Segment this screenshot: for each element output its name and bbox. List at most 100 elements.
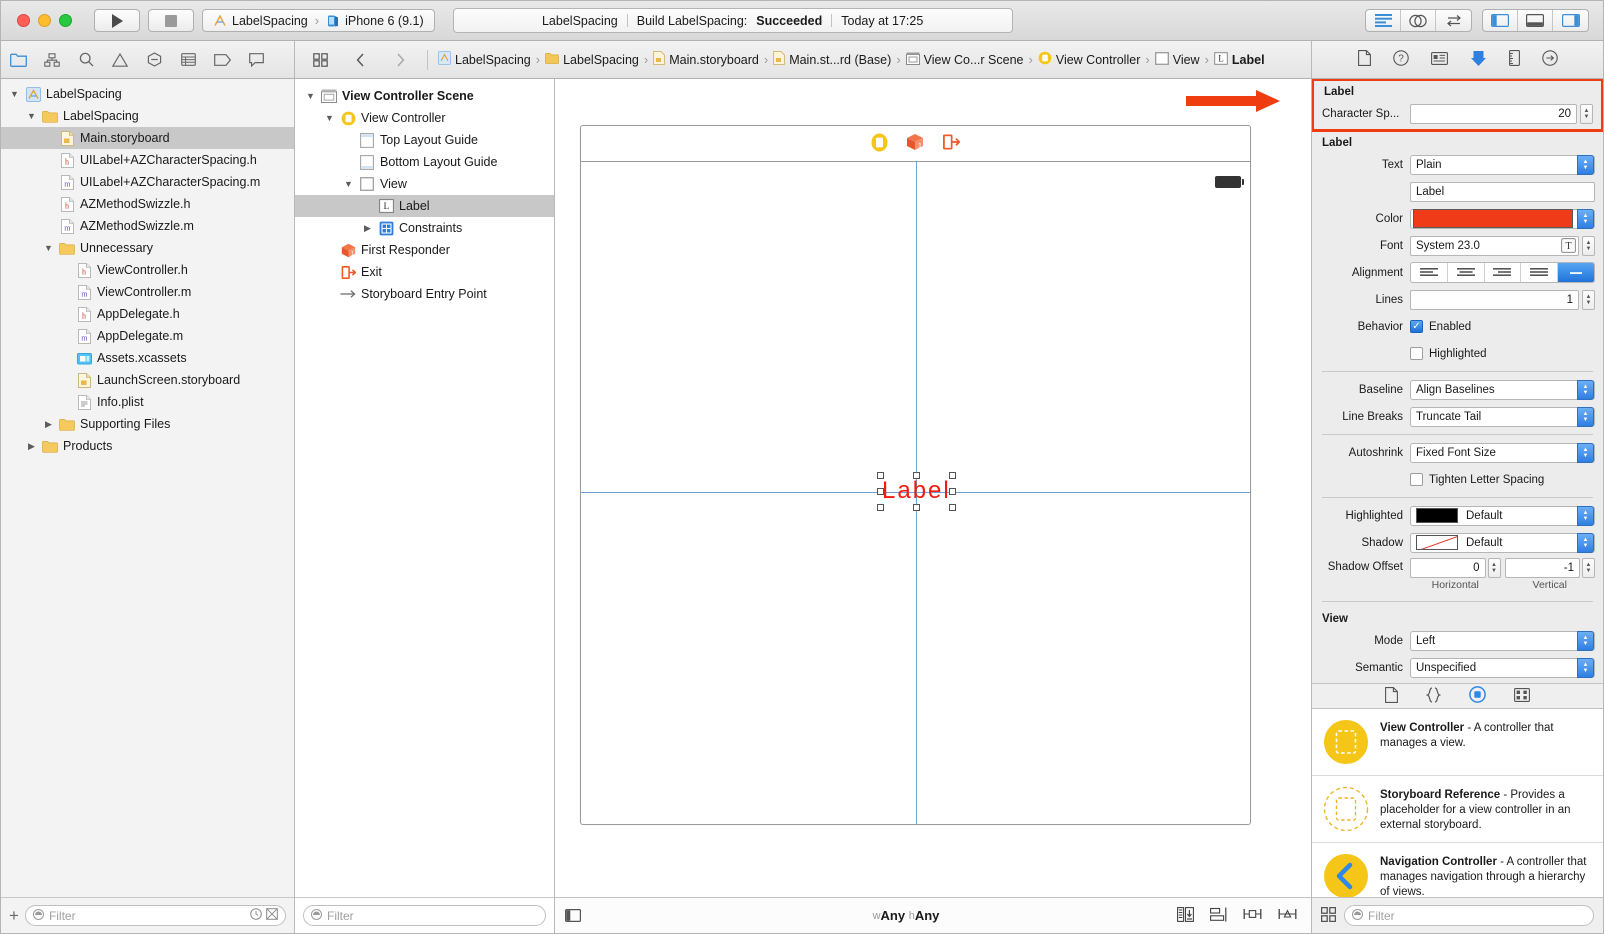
file-row-6[interactable]: m AZMethodSwizzle.m <box>1 215 294 237</box>
font-field[interactable]: System 23.0 T <box>1410 235 1579 256</box>
autoshrink-select[interactable]: Fixed Font Size ▲ ▼ <box>1410 442 1595 463</box>
minimize-window-button[interactable] <box>38 14 51 27</box>
size-class-control[interactable]: w Any h Any <box>635 908 1177 923</box>
linebreaks-select[interactable]: Truncate Tail ▲ ▼ <box>1410 406 1595 427</box>
exit-icon[interactable] <box>942 133 961 154</box>
outline-row-9[interactable]: Storyboard Entry Point <box>295 283 554 305</box>
size-inspector-icon[interactable] <box>1508 50 1520 69</box>
outline-row-6[interactable]: ▶ Constraints <box>295 217 554 239</box>
scheme-selector[interactable]: LabelSpacing › iPhone 6 (9.1) <box>202 9 435 32</box>
resolve-autolayout-icon[interactable] <box>1278 907 1297 924</box>
library-item-view-controller[interactable]: View Controller - A controller that mana… <box>1312 709 1603 776</box>
interface-builder-canvas[interactable]: 1 Label <box>555 79 1311 897</box>
run-button[interactable] <box>94 9 140 32</box>
disclosure-triangle-closed[interactable]: ▶ <box>362 223 373 234</box>
symbol-navigator-icon[interactable] <box>35 41 69 79</box>
shadow-offset-vertical-stepper[interactable]: ▲ ▼ <box>1582 558 1595 578</box>
align-natural-button[interactable] <box>1558 263 1594 282</box>
canvas-label[interactable]: Label <box>882 477 951 505</box>
label-selection[interactable]: Label <box>877 472 956 511</box>
breadcrumb-item-3[interactable]: Main.st...rd (Base) <box>773 51 891 68</box>
first-responder-icon[interactable]: 1 <box>906 133 924 154</box>
file-row-2[interactable]: Main.storyboard <box>1 127 294 149</box>
resize-handle-tr[interactable] <box>949 472 956 479</box>
font-picker-icon[interactable]: T <box>1561 237 1576 256</box>
shadow-offset-horizontal-stepper[interactable]: ▲ ▼ <box>1487 558 1501 578</box>
breadcrumb-item-2[interactable]: Main.storyboard <box>653 51 759 68</box>
outline-row-5[interactable]: L Label <box>295 195 554 217</box>
outline-row-3[interactable]: Bottom Layout Guide <box>295 151 554 173</box>
inspector-scroll-area[interactable]: Label Character Sp... 20 ▲▼ Label Text <box>1312 79 1603 897</box>
toggle-debug-area-button[interactable] <box>1518 10 1553 31</box>
standard-editor-button[interactable] <box>1366 10 1401 31</box>
test-navigator-icon[interactable] <box>137 41 171 79</box>
view-controller-icon[interactable] <box>871 133 888 155</box>
file-row-4[interactable]: m UILabel+AZCharacterSpacing.m <box>1 171 294 193</box>
font-stepper[interactable]: ▲ ▼ <box>1582 235 1595 256</box>
baseline-select[interactable]: Align Baselines ▲ ▼ <box>1410 379 1595 400</box>
media-library-icon[interactable] <box>1514 687 1530 705</box>
object-library-list[interactable]: View Controller - A controller that mana… <box>1312 709 1603 897</box>
project-navigator-icon[interactable] <box>1 41 35 79</box>
file-row-14[interactable]: Info.plist <box>1 391 294 413</box>
recent-files-filter-icon[interactable] <box>250 908 262 923</box>
lines-input[interactable]: 1 <box>1410 289 1579 310</box>
enabled-checkbox-row[interactable]: ✓ Enabled <box>1410 320 1471 333</box>
file-row-10[interactable]: h AppDelegate.h <box>1 303 294 325</box>
forward-button[interactable] <box>383 41 417 79</box>
file-row-15[interactable]: ▶ Supporting Files <box>1 413 294 435</box>
semantic-select[interactable]: Unspecified ▲ ▼ <box>1410 657 1595 678</box>
outline-row-7[interactable]: 1 First Responder <box>295 239 554 261</box>
quick-help-inspector-icon[interactable]: ? <box>1392 50 1409 69</box>
library-item-storyboard-reference[interactable]: Storyboard Reference - Provides a placeh… <box>1312 776 1603 843</box>
stop-button[interactable] <box>148 9 194 32</box>
file-inspector-icon[interactable] <box>1357 50 1371 69</box>
outline-row-2[interactable]: Top Layout Guide <box>295 129 554 151</box>
toggle-utilities-button[interactable] <box>1553 10 1588 31</box>
toggle-outline-button[interactable] <box>565 909 635 922</box>
color-well[interactable]: ▲ ▼ <box>1410 208 1595 229</box>
disclosure-triangle-open[interactable]: ▼ <box>305 91 316 101</box>
library-item-navigation-controller[interactable]: Navigation Controller - A controller tha… <box>1312 843 1603 897</box>
back-button[interactable] <box>343 41 377 79</box>
editor-mode-segmented[interactable] <box>1365 9 1472 32</box>
resize-handle-b[interactable] <box>913 504 920 511</box>
connections-inspector-icon[interactable] <box>1541 50 1558 69</box>
object-library-icon[interactable] <box>1469 686 1486 706</box>
highlighted-checkbox-row[interactable]: Highlighted <box>1410 347 1487 360</box>
report-navigator-icon[interactable] <box>239 41 273 79</box>
shadow-offset-horizontal-input[interactable]: 0 <box>1410 558 1486 578</box>
resize-handle-bl[interactable] <box>877 504 884 511</box>
outline-row-4[interactable]: ▼ View <box>295 173 554 195</box>
text-content-input[interactable]: Label <box>1410 181 1595 202</box>
panel-toggle-segmented[interactable] <box>1482 9 1589 32</box>
zoom-window-button[interactable] <box>59 14 72 27</box>
highlighted-checkbox[interactable] <box>1410 347 1423 360</box>
highlighted-color-swatch[interactable] <box>1416 508 1458 523</box>
breadcrumb-item-5[interactable]: View Controller <box>1038 51 1140 68</box>
breadcrumb-item-1[interactable]: LabelSpacing <box>545 52 639 67</box>
align-right-button[interactable] <box>1485 263 1522 282</box>
disclosure-triangle-open[interactable]: ▼ <box>324 113 335 123</box>
identity-inspector-icon[interactable] <box>1430 51 1448 68</box>
issue-navigator-icon[interactable] <box>103 41 137 79</box>
shadow-color-well[interactable]: Default ▲ ▼ <box>1410 532 1595 553</box>
highlighted-color-well[interactable]: Default ▲ ▼ <box>1410 505 1595 526</box>
lines-stepper[interactable]: ▲ ▼ <box>1582 289 1595 310</box>
file-row-5[interactable]: h AZMethodSwizzle.h <box>1 193 294 215</box>
update-frames-icon[interactable] <box>1177 906 1194 925</box>
related-items-icon[interactable] <box>303 41 337 79</box>
device-view[interactable]: Label <box>581 162 1250 824</box>
library-grid-view-icon[interactable] <box>1320 906 1337 925</box>
align-left-button[interactable] <box>1411 263 1448 282</box>
debug-navigator-icon[interactable] <box>171 41 205 79</box>
file-row-13[interactable]: LaunchScreen.storyboard <box>1 369 294 391</box>
outline-row-1[interactable]: ▼ View Controller <box>295 107 554 129</box>
find-navigator-icon[interactable] <box>69 41 103 79</box>
source-control-filter-icon[interactable] <box>266 908 278 923</box>
align-center-button[interactable] <box>1448 263 1485 282</box>
toggle-navigator-button[interactable] <box>1483 10 1518 31</box>
view-controller-scene[interactable]: 1 Label <box>580 125 1251 825</box>
version-editor-button[interactable] <box>1436 10 1471 31</box>
outline-row-8[interactable]: Exit <box>295 261 554 283</box>
